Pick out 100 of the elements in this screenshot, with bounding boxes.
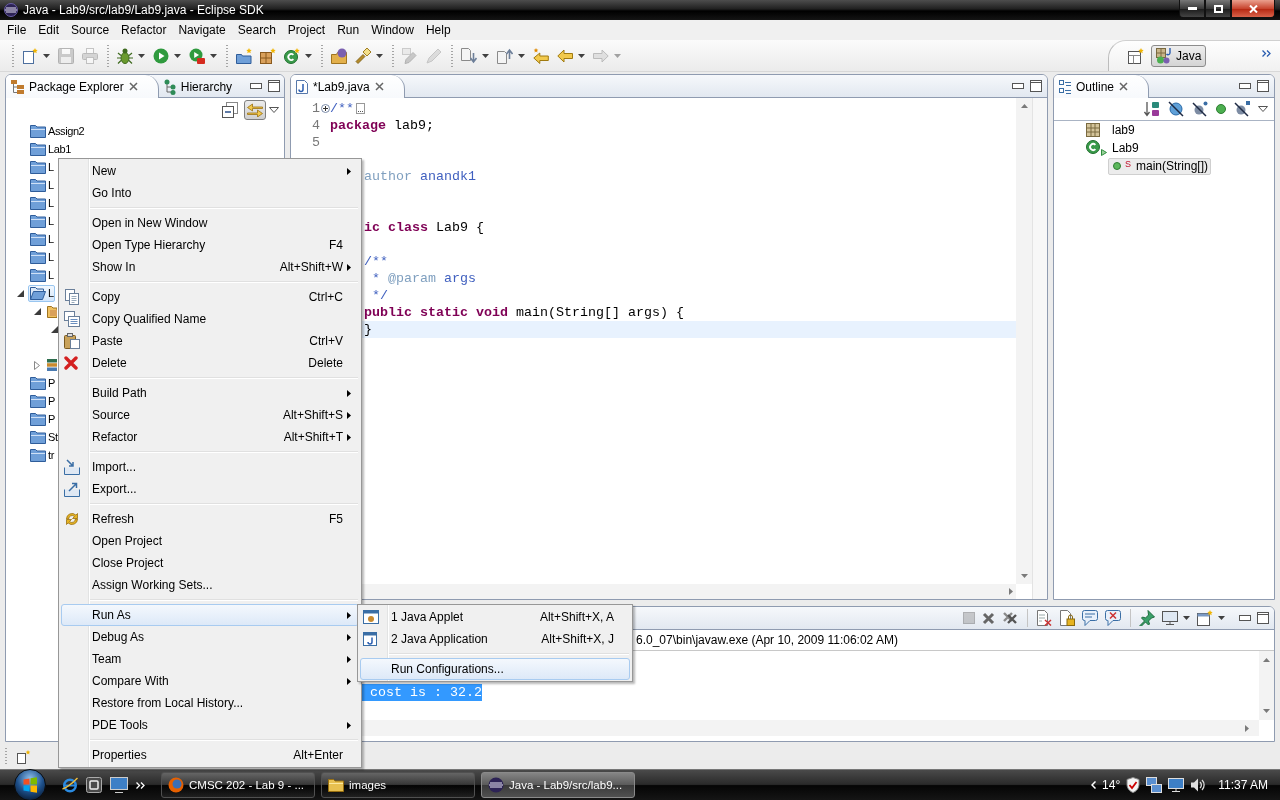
menu-item[interactable]: Source <box>65 21 116 39</box>
chevron-left-icon[interactable] <box>1091 781 1097 789</box>
menu-item[interactable]: Delete Delete <box>61 352 359 374</box>
menu-item[interactable]: Refactor Alt+Shift+T <box>61 426 359 448</box>
tree-item[interactable]: L <box>28 230 55 248</box>
pin-button[interactable] <box>1136 607 1158 629</box>
double-chevron-icon[interactable] <box>1262 50 1271 57</box>
menu-item[interactable]: Source Alt+Shift+S <box>61 404 359 426</box>
menu-item[interactable]: Refactor <box>115 21 173 39</box>
menu-item[interactable]: Run <box>331 21 366 39</box>
tree-item[interactable] <box>45 356 57 374</box>
scroll-down-icon[interactable] <box>1263 709 1270 713</box>
menu-item[interactable]: Open in New Window <box>61 212 359 234</box>
minimize-icon[interactable] <box>1012 83 1024 89</box>
show-error-button[interactable] <box>1102 607 1124 629</box>
sort-icon[interactable] <box>1144 101 1160 117</box>
ring-swoosh-icon[interactable] <box>62 777 78 793</box>
tree-item[interactable]: L <box>28 158 55 176</box>
menu-item[interactable]: Compare With <box>61 670 359 692</box>
outline-item[interactable]: Lab9 <box>1085 139 1142 157</box>
speaker-icon[interactable] <box>1190 778 1207 792</box>
minimize-icon[interactable] <box>250 83 263 89</box>
minimize-button[interactable] <box>1179 0 1205 18</box>
close-icon[interactable] <box>1119 82 1129 91</box>
network-icon[interactable] <box>1146 777 1163 793</box>
tree-item[interactable]: L <box>28 176 55 194</box>
expanded-arrow-icon[interactable] <box>17 289 24 297</box>
taskbar-button[interactable]: images <box>321 772 475 798</box>
vertical-scrollbar[interactable] <box>1259 651 1274 720</box>
menu-item[interactable]: Run As <box>61 604 359 626</box>
scroll-right-icon[interactable] <box>1245 724 1249 732</box>
perspective-button[interactable]: Java <box>1151 45 1207 67</box>
expanded-arrow-icon[interactable] <box>34 307 41 315</box>
menu-item[interactable]: New <box>61 160 359 182</box>
tree-item[interactable]: tr <box>28 446 55 464</box>
maximize-icon[interactable] <box>1257 80 1269 92</box>
fast-view-icon[interactable] <box>17 749 31 764</box>
app-icon[interactable] <box>86 777 102 793</box>
scroll-right-icon[interactable] <box>1009 588 1013 595</box>
minimize-icon[interactable] <box>1239 83 1251 89</box>
tab[interactable]: Package Explorer <box>6 75 159 98</box>
tree-item[interactable]: P <box>28 410 56 428</box>
menu-item[interactable]: Open Project <box>61 530 359 552</box>
menu-item[interactable]: Close Project <box>61 552 359 574</box>
monitor-icon[interactable] <box>1168 778 1185 792</box>
tree-item[interactable]: St <box>28 428 59 446</box>
scroll-down-icon[interactable] <box>1020 574 1028 578</box>
tree-item[interactable]: P <box>28 392 56 410</box>
maximize-icon[interactable] <box>1257 612 1269 624</box>
menu-item[interactable]: Refresh F5 <box>61 508 359 530</box>
menu-item[interactable]: 2 Java Application Alt+Shift+X, J <box>360 628 630 650</box>
menu-item[interactable]: Team <box>61 648 359 670</box>
scroll-up-icon[interactable] <box>1263 658 1270 662</box>
menu-item[interactable]: Help <box>419 21 457 39</box>
menu-item[interactable]: Open Type Hierarchy F4 <box>61 234 359 256</box>
close-button[interactable] <box>1231 0 1275 18</box>
close-icon[interactable] <box>128 82 138 91</box>
menu-item[interactable]: Window <box>365 21 420 39</box>
menu-item[interactable]: File <box>1 21 33 39</box>
tree-item[interactable]: L <box>28 212 55 230</box>
crossed-dot-icon[interactable] <box>1192 101 1208 117</box>
tree-item[interactable]: Lab1 <box>28 140 72 158</box>
minimize-icon[interactable] <box>1239 615 1251 621</box>
menu-item[interactable]: Edit <box>32 21 66 39</box>
menu-item[interactable]: Go Into <box>61 182 359 204</box>
tab[interactable]: Hierarchy <box>158 76 245 97</box>
crossed-circle-icon[interactable] <box>1168 101 1184 117</box>
vertical-scrollbar[interactable] <box>1016 98 1032 584</box>
tree-item[interactable]: L <box>28 248 55 266</box>
link-editor-button[interactable] <box>244 100 266 120</box>
menu-item[interactable]: Run Configurations... <box>360 658 630 680</box>
menu-item[interactable]: Show In Alt+Shift+W <box>61 256 359 278</box>
tab[interactable]: Outline <box>1054 75 1150 98</box>
menu-item[interactable]: Restore from Local History... <box>61 692 359 714</box>
maximize-icon[interactable] <box>1030 80 1042 92</box>
maximize-button[interactable] <box>1205 0 1231 18</box>
menu-item[interactable]: PDE Tools <box>61 714 359 736</box>
collapsed-arrow-icon[interactable] <box>34 360 40 370</box>
taskbar-button[interactable]: Java - Lab9/src/lab9... <box>481 772 635 798</box>
dot-icon[interactable] <box>1216 104 1226 114</box>
collapse-all-button[interactable] <box>219 99 241 121</box>
menu-item[interactable]: Debug As <box>61 626 359 648</box>
menu-item[interactable]: Export... <box>61 478 359 500</box>
menu-item[interactable]: Build Path <box>61 382 359 404</box>
view-menu-icon[interactable] <box>1258 106 1268 112</box>
view-menu-icon[interactable] <box>269 107 279 113</box>
menu-item[interactable]: Copy Ctrl+C <box>61 286 359 308</box>
close-icon[interactable] <box>374 82 384 91</box>
tree-item[interactable]: L <box>28 266 55 284</box>
menu-item[interactable]: Navigate <box>172 21 232 39</box>
tree-item[interactable]: L <box>28 284 55 302</box>
tab[interactable]: *Lab9.java <box>291 75 405 98</box>
menu-item[interactable]: Properties Alt+Enter <box>61 744 359 766</box>
desktop-icon[interactable] <box>110 777 128 793</box>
taskbar-button[interactable]: CMSC 202 - Lab 9 - ... <box>161 772 315 798</box>
tree-item[interactable]: L <box>28 194 55 212</box>
expanded-arrow-icon[interactable] <box>51 325 58 333</box>
outline-item[interactable]: S main(String[]) <box>1108 157 1212 175</box>
start-button[interactable] <box>14 769 46 800</box>
menu-item[interactable]: Assign Working Sets... <box>61 574 359 596</box>
